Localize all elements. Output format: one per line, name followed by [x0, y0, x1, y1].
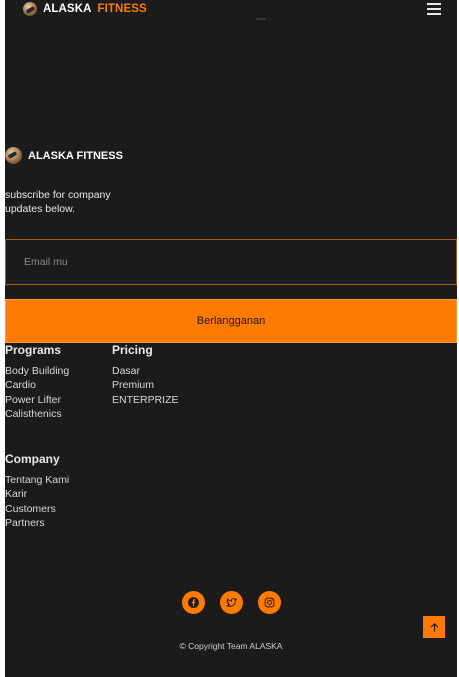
footer-brand-name: ALASKA FITNESS	[28, 149, 123, 162]
facebook-icon[interactable]	[182, 591, 205, 614]
link-power-lifter[interactable]: Power Lifter	[5, 393, 69, 408]
brand-word-fitness: FITNESS	[97, 3, 147, 15]
footer-brand: ALASKA FITNESS	[5, 147, 123, 164]
navbar-brand[interactable]: ALASKA FITNESS	[23, 2, 147, 16]
instagram-icon[interactable]	[258, 591, 281, 614]
link-calisthenics[interactable]: Calisthenics	[5, 407, 69, 422]
brand-logo-icon	[23, 2, 37, 16]
subscribe-button[interactable]: Berlangganan	[5, 299, 457, 343]
link-tentang-kami[interactable]: Tentang Kami	[5, 473, 69, 488]
hamburger-icon[interactable]	[427, 3, 441, 15]
programs-column: Programs Body Building Cardio Power Lift…	[5, 343, 69, 422]
link-customers[interactable]: Customers	[5, 502, 69, 517]
pricing-column: Pricing Dasar Premium ENTERPRIZE	[112, 343, 179, 407]
page: ALASKA FITNESS ALASKA FITNESS subscribe …	[5, 0, 457, 677]
scroll-indicator	[256, 18, 266, 20]
email-input[interactable]	[5, 239, 457, 285]
footer-logo-icon	[5, 147, 22, 164]
link-cardio[interactable]: Cardio	[5, 378, 69, 393]
link-partners[interactable]: Partners	[5, 516, 69, 531]
pricing-heading: Pricing	[112, 343, 153, 357]
social-links	[182, 591, 281, 614]
subscribe-text: subscribe for company updates below.	[5, 189, 111, 215]
copyright-text: © Copyright Team ALASKA	[179, 641, 283, 651]
link-premium[interactable]: Premium	[112, 378, 179, 393]
programs-heading: Programs	[5, 343, 62, 357]
company-column: Company Tentang Kami Karir Customers Par…	[5, 452, 69, 531]
brand-word-alaska: ALASKA	[43, 3, 92, 15]
company-heading: Company	[5, 452, 60, 466]
link-karir[interactable]: Karir	[5, 487, 69, 502]
top-navbar: ALASKA FITNESS	[5, 0, 457, 21]
back-to-top-button[interactable]	[423, 616, 445, 638]
twitter-icon[interactable]	[220, 591, 243, 614]
arrow-up-icon	[430, 622, 438, 632]
link-dasar[interactable]: Dasar	[112, 364, 179, 379]
link-enterprize[interactable]: ENTERPRIZE	[112, 393, 179, 408]
link-body-building[interactable]: Body Building	[5, 364, 69, 379]
